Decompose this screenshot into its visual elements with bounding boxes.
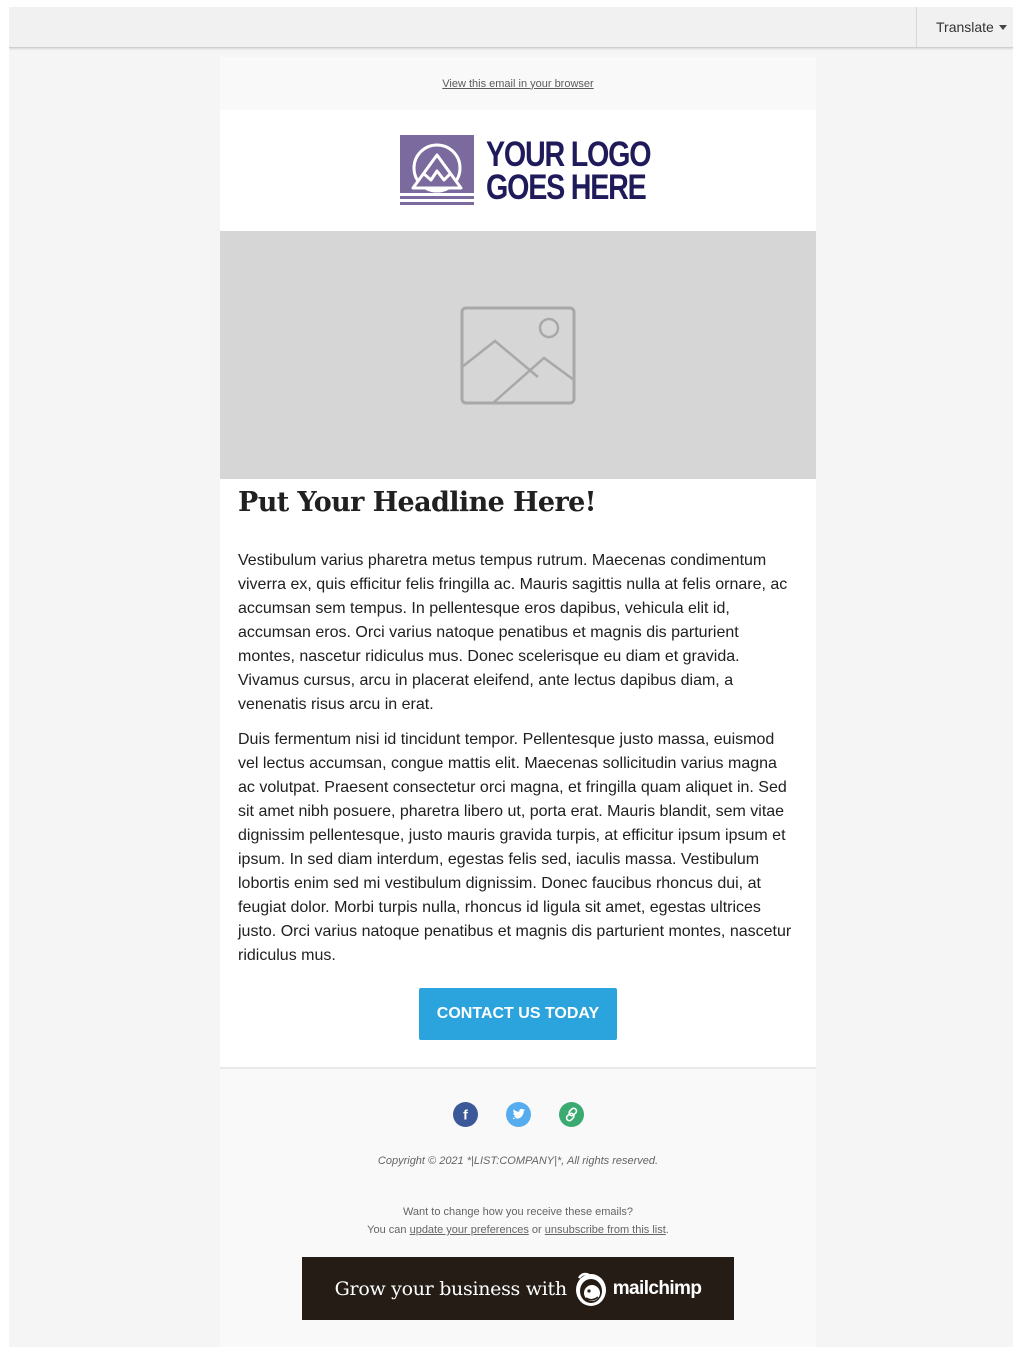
prefs-or: or [531, 1224, 542, 1236]
contact-us-button[interactable]: CONTACT US TODAY [419, 988, 617, 1040]
social-links: f [220, 1102, 816, 1127]
email-footer: f Copyright © 2021 *|LIST:COMPANY|*, All… [220, 1067, 816, 1320]
mailchimp-badge[interactable]: Grow your business with mailchimp [302, 1257, 734, 1320]
logo: YOUR LOGO GOES HERE [400, 134, 652, 207]
mailchimp-tagline: Grow your business with [334, 1277, 567, 1300]
twitter-bird-icon [512, 1108, 525, 1119]
unsubscribe-link[interactable]: unsubscribe from this list [545, 1224, 666, 1236]
email-body: Put Your Headline Here! Vestibulum variu… [220, 479, 816, 1067]
facebook-icon[interactable]: f [452, 1102, 478, 1127]
email-container: View this email in your browser YOUR LOG… [220, 57, 816, 1347]
translate-toolbar: Translate [9, 7, 1013, 48]
translate-dropdown[interactable]: Translate [916, 7, 1013, 47]
svg-text:f: f [463, 1107, 468, 1123]
twitter-icon[interactable] [505, 1102, 531, 1127]
logo-section: YOUR LOGO GOES HERE [220, 110, 816, 231]
caret-down-icon [998, 25, 1007, 30]
image-placeholder-icon [460, 306, 576, 404]
hero-image-placeholder [220, 231, 816, 479]
cta-row: CONTACT US TODAY [238, 988, 798, 1040]
link-icon[interactable] [558, 1102, 584, 1127]
translate-label: Translate [936, 19, 994, 35]
update-preferences-link[interactable]: update your preferences [410, 1224, 529, 1236]
prefs-period: . [665, 1224, 669, 1236]
chain-link-icon [565, 1107, 577, 1122]
body-paragraph-2: Duis fermentum nisi id tincidunt tempor.… [238, 731, 792, 964]
preferences-text: Want to change how you receive these ema… [220, 1203, 816, 1239]
mountain-logo-icon [400, 134, 474, 205]
headline: Put Your Headline Here! [238, 487, 597, 518]
preferences-line-2: You can update your preferences or unsub… [220, 1221, 816, 1239]
mailchimp-freddie-icon [575, 1272, 606, 1306]
prefs-you-can: You can [367, 1224, 407, 1236]
preheader: View this email in your browser [220, 57, 816, 110]
browser-frame: Translate View this email in your browse… [9, 7, 1013, 1347]
mailchimp-wordmark: mailchimp [612, 1277, 702, 1299]
view-in-browser-link[interactable]: View this email in your browser [442, 78, 593, 90]
mailchimp-badge-row: Grow your business with mailchimp [220, 1257, 816, 1320]
facebook-glyph-icon: f [463, 1107, 468, 1123]
logo-line-1: YOUR LOGO [486, 134, 652, 174]
logo-line-2: GOES HERE [486, 167, 647, 207]
logo-text: YOUR LOGO GOES HERE [486, 134, 652, 207]
preferences-line-1: Want to change how you receive these ema… [402, 1206, 634, 1218]
body-paragraph-1: Vestibulum varius pharetra metus tempus … [238, 552, 788, 713]
copyright-text: Copyright © 2021 *|LIST:COMPANY|*, All r… [377, 1155, 659, 1167]
